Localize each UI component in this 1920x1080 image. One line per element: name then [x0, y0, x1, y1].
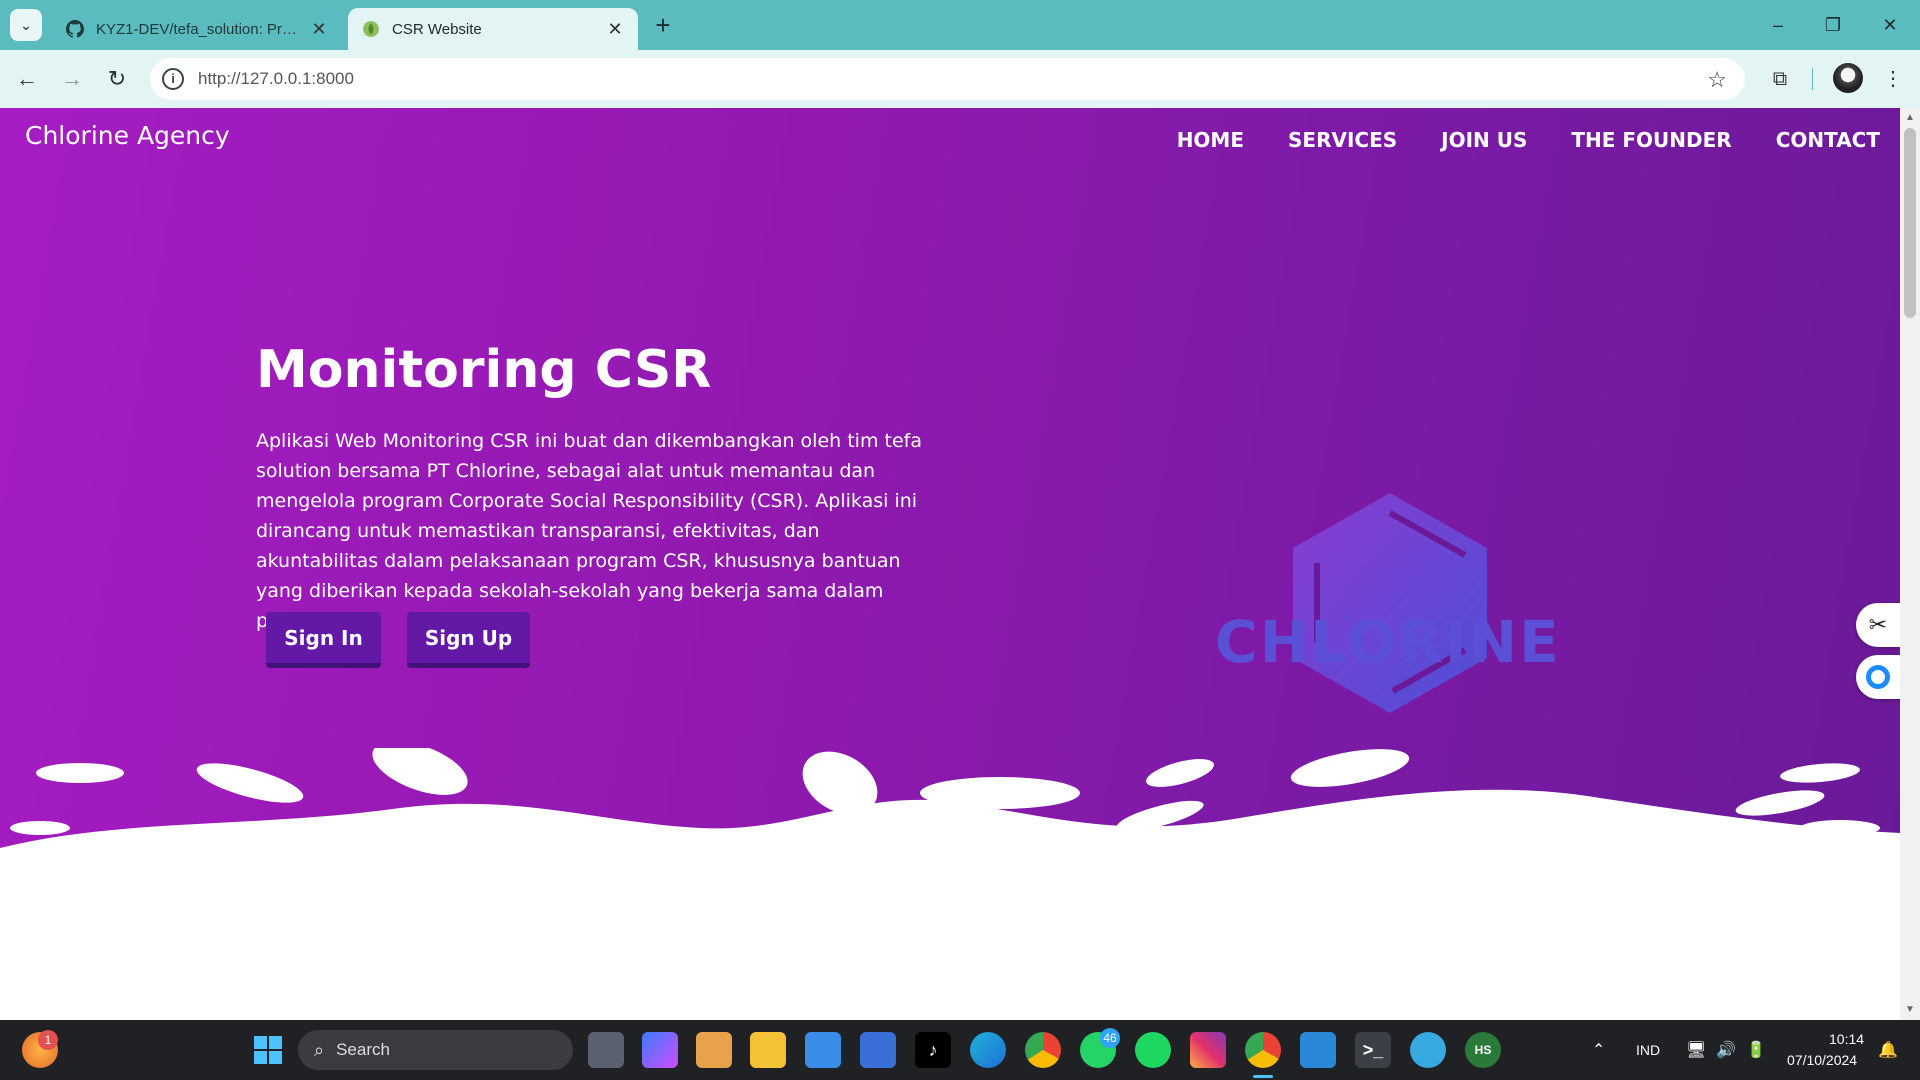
splash-wave-decoration [0, 748, 1900, 908]
clock-time[interactable]: 10:14 [1829, 1031, 1864, 1047]
sign-in-button[interactable]: Sign In [266, 612, 381, 668]
hero-title: Monitoring CSR [256, 340, 712, 400]
instagram-icon[interactable] [1190, 1032, 1226, 1068]
widgets-badge: 1 [38, 1030, 58, 1050]
show-hidden-icons[interactable]: ⌃ [1592, 1040, 1605, 1060]
search-placeholder: Search [336, 1040, 390, 1059]
media-player-icon[interactable] [696, 1032, 732, 1068]
nav-home[interactable]: HOME [1177, 128, 1244, 152]
microsoft-store-icon[interactable] [805, 1032, 841, 1068]
notification-bell-icon[interactable]: 🔔 [1878, 1040, 1898, 1060]
hero-description: Aplikasi Web Monitoring CSR ini buat dan… [256, 430, 922, 632]
nav-services[interactable]: SERVICES [1288, 128, 1397, 152]
minimize-button[interactable]: – [1758, 10, 1798, 40]
clock-date[interactable]: 07/10/2024 [1787, 1052, 1857, 1068]
new-tab-button[interactable]: + [650, 12, 676, 38]
hs-app-icon[interactable]: HS [1465, 1032, 1501, 1068]
screenshot-tool-button[interactable]: ✂ [1856, 603, 1900, 647]
network-icon[interactable]: 🖥 [1686, 1040, 1706, 1060]
language-indicator[interactable]: IND [1636, 1042, 1660, 1058]
copilot-icon[interactable] [642, 1032, 678, 1068]
tab-title: CSR Website [392, 20, 482, 38]
tab-github[interactable]: KYZ1-DEV/tefa_solution: Project ✕ [52, 8, 342, 50]
logo-wordmark: CHLORINE [1215, 608, 1561, 676]
chrome-profile-icon[interactable] [1245, 1032, 1281, 1068]
taskbar-search[interactable]: ⌕ Search [298, 1030, 573, 1070]
hero-section: Chlorine Agency HOME SERVICES JOIN US TH… [0, 108, 1900, 908]
battery-icon[interactable]: 🔋 [1746, 1040, 1766, 1060]
window-close-button[interactable]: ✕ [1870, 10, 1910, 40]
bookmark-star-icon[interactable]: ☆ [1707, 67, 1727, 93]
nav-join-us[interactable]: JOIN US [1441, 128, 1527, 152]
active-app-indicator [1253, 1075, 1273, 1078]
github-icon [66, 20, 84, 38]
menu-icon[interactable]: ⋮ [1878, 64, 1908, 94]
elephant-app-icon[interactable] [1410, 1032, 1446, 1068]
forward-button[interactable]: → [55, 62, 89, 96]
reload-button[interactable]: ↻ [100, 62, 134, 96]
vscode-icon[interactable] [1300, 1032, 1336, 1068]
chat-assistant-button[interactable] [1856, 655, 1900, 699]
close-icon[interactable]: ✕ [310, 20, 328, 38]
sign-up-button[interactable]: Sign Up [407, 612, 530, 668]
chlorine-logo [1293, 493, 1487, 713]
close-icon[interactable]: ✕ [606, 20, 624, 38]
scroll-thumb[interactable] [1904, 128, 1916, 318]
chrome-icon[interactable] [1025, 1032, 1061, 1068]
leaf-icon [363, 21, 379, 37]
chat-bubble-icon [1866, 665, 1890, 689]
nav-contact[interactable]: CONTACT [1776, 128, 1880, 152]
page-scrollbar[interactable]: ▲ ▼ [1900, 108, 1920, 1020]
page-viewport: Chlorine Agency HOME SERVICES JOIN US TH… [0, 108, 1900, 1020]
taskbar: 1 ⌕ Search ♪ 46 >_ HS ⌃ IND 🖥 🔊 🔋 10:14 … [0, 1020, 1920, 1080]
scroll-up-icon[interactable]: ▲ [1905, 112, 1915, 123]
tab-bar: ⌄ KYZ1-DEV/tefa_solution: Project ✕ CSR … [0, 0, 1920, 50]
address-bar[interactable]: i http://127.0.0.1:8000 ☆ [150, 58, 1745, 100]
tab-search-button[interactable]: ⌄ [10, 9, 42, 41]
windows-start-icon[interactable] [250, 1032, 286, 1068]
scroll-down-icon[interactable]: ▼ [1905, 1004, 1915, 1015]
nav-the-founder[interactable]: THE FOUNDER [1571, 128, 1731, 152]
tab-title: KYZ1-DEV/tefa_solution: Project [96, 20, 302, 38]
search-icon: ⌕ [314, 1039, 325, 1060]
whatsapp-badge: 46 [1100, 1028, 1120, 1048]
brand-logo-text[interactable]: Chlorine Agency [25, 121, 230, 150]
chevron-down-icon: ⌄ [20, 16, 32, 33]
profile-avatar[interactable] [1833, 63, 1863, 93]
url-text[interactable]: http://127.0.0.1:8000 [198, 69, 354, 89]
restore-button[interactable]: ❐ [1813, 10, 1853, 40]
browser-toolbar: ← → ↻ i http://127.0.0.1:8000 ☆ ⧉ ⋮ [0, 50, 1920, 108]
extensions-icon[interactable]: ⧉ [1765, 64, 1795, 94]
tiktok-icon[interactable]: ♪ [915, 1032, 951, 1068]
site-info-icon[interactable]: i [162, 68, 184, 90]
terminal-icon[interactable]: >_ [1355, 1032, 1391, 1068]
task-view-icon[interactable] [588, 1032, 624, 1068]
scissors-icon: ✂ [1868, 612, 1888, 637]
volume-icon[interactable]: 🔊 [1716, 1040, 1736, 1060]
toolbar-divider [1812, 68, 1813, 90]
tab-csr-website[interactable]: CSR Website ✕ [348, 8, 638, 50]
back-button[interactable]: ← [10, 62, 44, 96]
main-nav: HOME SERVICES JOIN US THE FOUNDER CONTAC… [1133, 128, 1880, 152]
edge-icon[interactable] [970, 1032, 1006, 1068]
file-explorer-icon[interactable] [750, 1032, 786, 1068]
spotify-icon[interactable] [1135, 1032, 1171, 1068]
network-app-icon[interactable] [860, 1032, 896, 1068]
